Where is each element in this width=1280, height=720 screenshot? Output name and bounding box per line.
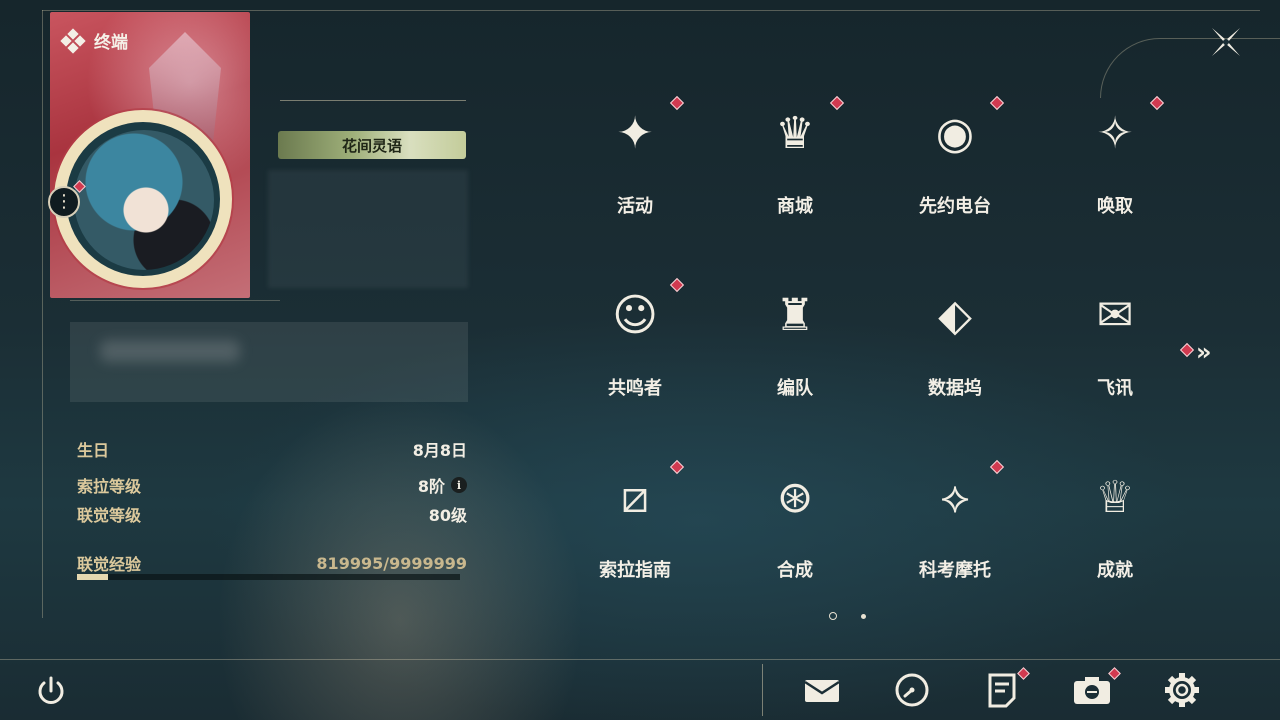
- birthday-value: 8月8日: [412, 441, 467, 460]
- notification-dot: [669, 95, 685, 111]
- message-bubble-icon: ✉: [1096, 290, 1134, 341]
- power-button[interactable]: [34, 674, 68, 708]
- page-header: 终端: [60, 27, 128, 54]
- settings-gear-icon: [1165, 673, 1199, 707]
- menu-item-label: 活动: [617, 196, 653, 217]
- notification-dot: [829, 95, 845, 111]
- menu-item-label: 数据坞: [928, 378, 982, 399]
- menu-item-10[interactable]: ⊛ 合成: [720, 460, 870, 610]
- menu-item-12[interactable]: ♕ 成就: [1040, 460, 1190, 610]
- clock-button[interactable]: [892, 670, 932, 710]
- data-dock-icon: ⬖: [938, 290, 972, 341]
- union-exp-label: 联觉经验: [77, 555, 142, 574]
- character-head-icon: ☺: [612, 290, 658, 341]
- compass-star-icon: ✧: [1096, 108, 1134, 159]
- notification-dot: [989, 459, 1005, 475]
- menu-item-7[interactable]: ⬖ 数据坞: [880, 278, 1030, 428]
- diamond-cluster-icon: [60, 27, 86, 54]
- clock-icon: [895, 673, 929, 707]
- menu-item-6[interactable]: ♜ 编队: [720, 278, 870, 428]
- page-title: 终端: [94, 33, 128, 53]
- menu-item-11[interactable]: ⟡ 科考摩托: [880, 459, 1030, 610]
- page-indicator-1[interactable]: [829, 612, 837, 620]
- sola-level-value: 8阶: [417, 477, 445, 496]
- blurred-name-area: [268, 170, 468, 288]
- notification-dot: [1149, 95, 1165, 111]
- info-row-sola-level: 索拉等级 8阶 i: [77, 473, 467, 497]
- profile-divider: [70, 300, 280, 301]
- radio-disc-icon: ◉: [935, 108, 975, 159]
- title-badge[interactable]: 花间灵语: [278, 131, 466, 159]
- frame-corner-arc: [1100, 38, 1280, 98]
- menu-item-label: 先约电台: [919, 196, 991, 217]
- menu-item-label: 共鸣者: [608, 378, 662, 399]
- more-options-button[interactable]: ⋮: [48, 186, 80, 218]
- page-indicator-2[interactable]: [861, 614, 866, 619]
- union-exp-value: 819995/9999999: [316, 553, 467, 573]
- bottom-bar-line: [0, 659, 1280, 660]
- menu-item-label: 成就: [1097, 560, 1133, 581]
- chess-pieces-icon: ♜: [775, 290, 815, 341]
- sola-level-value-group: 8阶 i: [418, 473, 467, 497]
- menu-item-label: 商城: [777, 196, 813, 217]
- birthday-label: 生日: [77, 441, 110, 460]
- menu-item-2[interactable]: ♛ 商城: [720, 95, 870, 246]
- notification-dot: [669, 277, 685, 293]
- menu-item-5[interactable]: ☺ 共鸣者: [560, 277, 710, 428]
- exp-progress-fill: [77, 574, 109, 580]
- blurred-signature-text: [100, 340, 240, 362]
- blurred-signature-box: [70, 322, 468, 402]
- menu-item-label: 索拉指南: [599, 560, 671, 581]
- close-x-icon: [1212, 28, 1240, 56]
- notes-button[interactable]: [982, 670, 1022, 710]
- name-divider: [280, 100, 466, 101]
- menu-item-4[interactable]: ✧ 唤取: [1040, 95, 1190, 246]
- mail-button[interactable]: [802, 670, 842, 710]
- trophy-icon: ♕: [1095, 472, 1135, 523]
- frame-left-line: [42, 10, 43, 618]
- shopping-cart-icon: ♛: [775, 108, 815, 159]
- menu-item-label: 飞讯: [1097, 378, 1133, 399]
- notification-dot: [669, 459, 685, 475]
- union-level-value: 80级: [428, 506, 467, 525]
- union-level-label: 联觉等级: [77, 506, 142, 525]
- menu-item-label: 唤取: [1097, 196, 1133, 217]
- power-icon: [38, 676, 64, 704]
- title-badge-text: 花间灵语: [341, 136, 402, 155]
- synthesis-icon: ⊛: [776, 472, 814, 523]
- menu-item-9[interactable]: ⧄ 索拉指南: [560, 459, 710, 610]
- camera-button[interactable]: [1072, 670, 1112, 710]
- guide-book-icon: ⧄: [621, 472, 649, 523]
- avatar[interactable]: [74, 130, 214, 270]
- close-button[interactable]: [1208, 24, 1244, 60]
- notes-icon: [988, 673, 1016, 708]
- menu-item-label: 编队: [777, 378, 813, 399]
- bottom-bar-divider: [762, 664, 763, 716]
- menu-item-label: 合成: [777, 560, 813, 581]
- info-row-birthday: 生日 8月8日: [77, 437, 467, 461]
- double-chevron-right-icon: »: [1196, 338, 1211, 366]
- sparkle-flag-icon: ✦: [616, 108, 654, 159]
- sola-level-label: 索拉等级: [77, 477, 142, 496]
- next-page-button[interactable]: »: [1196, 338, 1211, 366]
- menu-item-label: 科考摩托: [919, 560, 991, 581]
- notification-dot: [989, 95, 1005, 111]
- info-icon[interactable]: i: [451, 477, 467, 493]
- mail-icon: [804, 680, 840, 702]
- settings-button[interactable]: [1162, 670, 1202, 710]
- menu-item-8[interactable]: ✉ 飞讯: [1040, 278, 1190, 428]
- exp-progress-bar: [77, 574, 460, 580]
- motorcycle-icon: ⟡: [940, 472, 970, 523]
- more-vertical-icon: ⋮: [55, 191, 73, 212]
- frame-top-line: [42, 10, 1260, 11]
- info-row-union-level: 联觉等级 80级: [77, 502, 467, 526]
- menu-item-1[interactable]: ✦ 活动: [560, 95, 710, 246]
- info-row-union-exp: 联觉经验 819995/9999999: [77, 551, 467, 575]
- camera-icon: [1074, 677, 1110, 704]
- menu-item-3[interactable]: ◉ 先约电台: [880, 95, 1030, 246]
